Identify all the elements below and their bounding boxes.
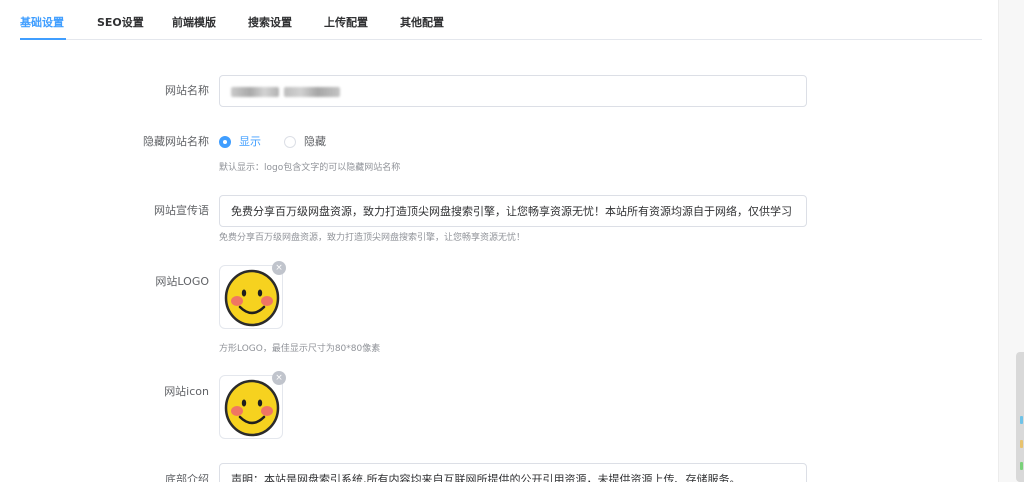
icon-upload[interactable]: [219, 375, 283, 439]
site-name-label: 网站名称: [165, 84, 209, 97]
footer-intro-label: 底部介绍: [165, 473, 209, 482]
logo-hint: 方形LOGO，最佳显示尺寸为80*80像素: [219, 344, 381, 354]
redacted-text: [284, 87, 340, 97]
edge-marker: [1020, 462, 1023, 470]
tab-basic-settings[interactable]: 基础设置: [20, 15, 64, 31]
radio-hide[interactable]: 隐藏: [284, 134, 326, 150]
radio-show-label: 显示: [239, 135, 261, 148]
logo-label: 网站LOGO: [155, 275, 209, 288]
slogan-input[interactable]: 免费分享百万级网盘资源，致力打造顶尖网盘搜索引擎，让您畅享资源无忧！本站所有资源…: [219, 195, 807, 227]
redacted-text: [231, 87, 279, 97]
smiley-face-icon: [224, 269, 280, 327]
tab-frontend-template[interactable]: 前端模版: [172, 15, 216, 31]
radio-show[interactable]: 显示: [219, 134, 261, 150]
hide-site-name-hint: 默认显示：logo包含文字的可以隐藏网站名称: [219, 163, 401, 173]
logo-remove-button[interactable]: ×: [272, 261, 286, 275]
edge-marker: [1020, 440, 1023, 448]
slogan-value: 免费分享百万级网盘资源，致力打造顶尖网盘搜索引擎，让您畅享资源无忧！本站所有资源…: [231, 205, 792, 218]
hide-site-name-label: 隐藏网站名称: [143, 135, 209, 148]
tab-other-config[interactable]: 其他配置: [400, 15, 444, 31]
slogan-hint: 免费分享百万级网盘资源，致力打造顶尖网盘搜索引擎，让您畅享资源无忧！: [219, 233, 526, 243]
tab-seo-settings[interactable]: SEO设置: [97, 15, 144, 31]
radio-unchecked-icon: [284, 136, 296, 148]
icon-label: 网站icon: [164, 385, 209, 398]
footer-intro-textarea[interactable]: 声明：本站是网盘索引系统,所有内容均来自互联网所提供的公开引用资源，未提供资源上…: [219, 463, 807, 482]
active-tab-indicator: [20, 38, 66, 40]
icon-remove-button[interactable]: ×: [272, 371, 286, 385]
footer-intro-value: 声明：本站是网盘索引系统,所有内容均来自互联网所提供的公开引用资源，未提供资源上…: [231, 473, 741, 482]
smiley-face-icon: [224, 379, 280, 437]
edge-marker: [1020, 416, 1023, 424]
site-name-input[interactable]: [219, 75, 807, 107]
radio-hide-label: 隐藏: [304, 135, 326, 148]
settings-tabs: 基础设置 SEO设置 前端模版 搜索设置 上传配置 其他配置: [20, 0, 982, 40]
tab-search-settings[interactable]: 搜索设置: [248, 15, 292, 31]
logo-upload[interactable]: [219, 265, 283, 329]
radio-checked-icon: [219, 136, 231, 148]
tab-upload-config[interactable]: 上传配置: [324, 15, 368, 31]
slogan-label: 网站宣传语: [154, 204, 209, 217]
